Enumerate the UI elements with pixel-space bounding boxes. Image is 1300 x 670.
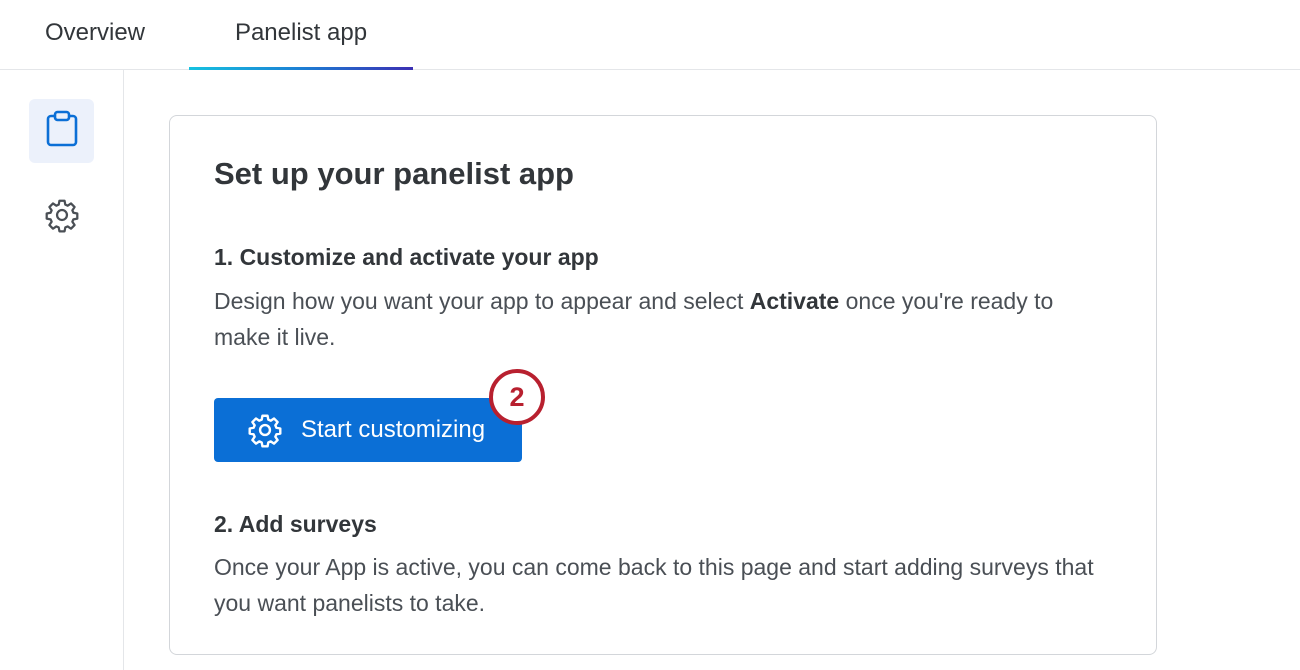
step1-desc-activate: Activate — [749, 288, 840, 314]
top-tab-bar: Overview Panelist app — [0, 0, 1300, 70]
tab-panelist-app[interactable]: Panelist app — [189, 0, 413, 70]
step1-desc-text-before: Design how you want your app to appear a… — [214, 288, 750, 314]
step2-title: 2. Add surveys — [214, 511, 377, 537]
sidebar-item-app-setup[interactable] — [29, 99, 94, 163]
clipboard-icon — [45, 110, 79, 153]
tab-overview[interactable]: Overview — [18, 0, 172, 69]
left-sidebar — [0, 70, 124, 670]
callout-number-badge: 2 — [489, 369, 545, 425]
gear-icon — [44, 197, 80, 238]
step2-description: Once your App is active, you can come ba… — [214, 554, 1094, 616]
start-customizing-label: Start customizing — [301, 416, 486, 443]
card-title: Set up your panelist app — [214, 156, 574, 191]
active-tab-indicator — [189, 67, 413, 70]
gear-icon — [247, 412, 283, 448]
step1-description: Design how you want your app to appear a… — [214, 283, 1114, 355]
setup-card: Set up your panelist app 1. Customize an… — [169, 115, 1157, 655]
tab-panelist-app-label: Panelist app — [234, 19, 368, 46]
sidebar-item-settings[interactable] — [29, 185, 94, 249]
step1-title: 1. Customize and activate your app — [214, 244, 599, 270]
start-customizing-button[interactable]: Start customizing — [214, 398, 522, 462]
tab-overview-label: Overview — [44, 19, 146, 46]
